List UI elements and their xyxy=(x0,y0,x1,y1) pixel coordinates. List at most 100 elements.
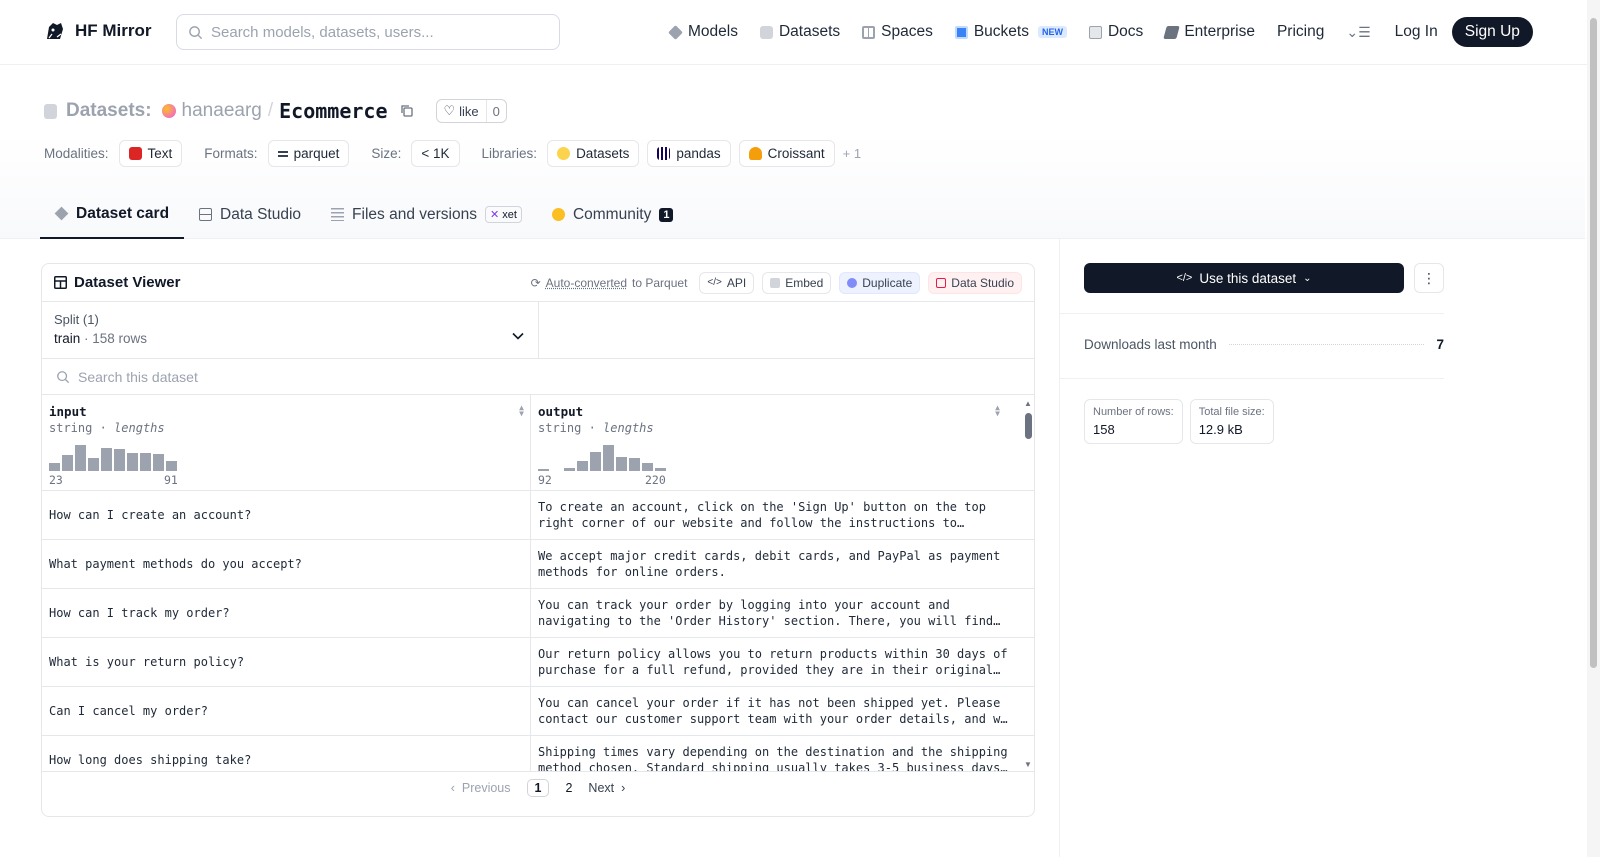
library-tag-croissant[interactable]: Croissant xyxy=(738,140,835,167)
histogram-bar[interactable] xyxy=(166,460,177,471)
cell-output[interactable]: To create an account, click on the 'Sign… xyxy=(531,491,1020,539)
column-header-input[interactable]: input string · lengths ▲ ▼ 23 91 xyxy=(42,395,531,490)
login-link[interactable]: Log In xyxy=(1395,23,1438,41)
nav-enterprise-label: Enterprise xyxy=(1184,23,1255,40)
copy-icon[interactable] xyxy=(400,104,414,118)
cell-input[interactable]: How long does shipping take? xyxy=(42,736,531,771)
signup-button[interactable]: Sign Up xyxy=(1451,17,1533,47)
column-stat-label: lengths xyxy=(603,421,654,435)
page-scrollbar[interactable] xyxy=(1587,0,1600,857)
library-tag-pandas[interactable]: pandas xyxy=(647,140,731,167)
sort-icon[interactable]: ▲ ▼ xyxy=(519,404,524,418)
cell-output[interactable]: We accept major credit cards, debit card… xyxy=(531,540,1020,588)
nav-models[interactable]: Models xyxy=(668,23,738,41)
tab-label: Dataset card xyxy=(76,204,170,222)
histogram-bar[interactable] xyxy=(629,458,640,471)
split-row: Split (1) train · 158 rows xyxy=(42,302,1034,359)
histogram-bar[interactable] xyxy=(603,445,614,471)
page-2-button[interactable]: 2 xyxy=(565,781,572,795)
histogram-bar[interactable] xyxy=(153,454,164,471)
use-dataset-button[interactable]: </> Use this dataset ⌄ xyxy=(1084,263,1404,293)
cell-output[interactable]: Shipping times vary depending on the des… xyxy=(531,736,1020,771)
cell-input[interactable]: What is your return policy? xyxy=(42,638,531,686)
histogram-bar[interactable] xyxy=(655,468,666,471)
column-header-output[interactable]: output string · lengths ▲ ▼ 92 220 xyxy=(531,395,1020,490)
brand-link[interactable]: HF Mirror xyxy=(43,19,152,43)
size-tag[interactable]: < 1K xyxy=(411,140,460,167)
table-row[interactable]: How long does shipping take? Shipping tim… xyxy=(42,736,1034,771)
repo-name[interactable]: Ecommerce xyxy=(279,99,387,123)
histogram-bar[interactable] xyxy=(114,448,125,471)
sort-icon[interactable]: ▲ ▼ xyxy=(995,404,1000,418)
table-row[interactable]: Can I cancel my order? You can cancel you… xyxy=(42,687,1034,736)
histogram-bar[interactable] xyxy=(140,452,151,471)
histogram-bar[interactable] xyxy=(616,456,627,471)
cell-input[interactable]: How can I create an account? xyxy=(42,491,531,539)
global-search-input[interactable]: Search models, datasets, users... xyxy=(176,14,560,50)
nav-pricing[interactable]: Pricing xyxy=(1277,23,1324,41)
histogram-bar[interactable] xyxy=(127,452,138,471)
tab-dataset-card[interactable]: Dataset card xyxy=(40,190,185,239)
column-name: input xyxy=(49,404,87,419)
histogram-bar[interactable] xyxy=(101,447,112,471)
previous-page-button[interactable]: ‹ Previous xyxy=(451,781,511,795)
table-scrollbar[interactable]: ▲ ▼ xyxy=(1023,399,1033,769)
nav-spaces[interactable]: Spaces xyxy=(862,23,933,41)
next-page-button[interactable]: Next › xyxy=(588,781,625,795)
use-dataset-label: Use this dataset xyxy=(1199,270,1297,286)
histogram-bar[interactable] xyxy=(62,455,73,471)
data-studio-button[interactable]: Data Studio xyxy=(928,271,1022,294)
histogram-bar[interactable] xyxy=(75,445,86,471)
cell-input[interactable]: How can I track my order? xyxy=(42,589,531,637)
owner-link[interactable]: hanaearg xyxy=(182,100,262,122)
scrollbar-thumb[interactable] xyxy=(1025,413,1032,439)
code-icon: </> xyxy=(707,277,722,288)
split-select[interactable]: Split (1) train · 158 rows xyxy=(42,302,539,358)
nav-datasets[interactable]: Datasets xyxy=(759,23,840,41)
histogram-bar[interactable] xyxy=(88,458,99,471)
histogram-bar[interactable] xyxy=(577,460,588,471)
more-libraries-link[interactable]: + 1 xyxy=(843,146,861,161)
tab-files-versions[interactable]: Files and versions ✕ xet xyxy=(316,190,537,239)
nav-docs[interactable]: Docs xyxy=(1088,23,1143,41)
page-1-button[interactable]: 1 xyxy=(526,779,550,797)
top-navbar: HF Mirror Search models, datasets, users… xyxy=(0,0,1600,65)
table-row[interactable]: What payment methods do you accept? We ac… xyxy=(42,540,1034,589)
histogram-bar[interactable] xyxy=(49,463,60,471)
format-tag-parquet[interactable]: parquet xyxy=(267,140,350,167)
library-tag-datasets[interactable]: Datasets xyxy=(547,140,640,167)
histogram-bar[interactable] xyxy=(642,463,653,471)
modality-tag-text[interactable]: Text xyxy=(118,140,183,167)
duplicate-button[interactable]: Duplicate xyxy=(839,271,921,294)
sidebar-separator xyxy=(1059,313,1444,314)
nav-buckets[interactable]: Buckets NEW xyxy=(954,23,1067,41)
more-options-icon[interactable]: ⋮ xyxy=(1414,263,1444,293)
histogram-bar[interactable] xyxy=(590,451,601,471)
page-scrollbar-thumb[interactable] xyxy=(1590,18,1597,668)
histogram-bar[interactable] xyxy=(538,468,549,471)
cell-output[interactable]: You can cancel your order if it has not … xyxy=(531,687,1020,735)
tab-community[interactable]: Community 1 xyxy=(537,190,689,239)
tab-data-studio[interactable]: Data Studio xyxy=(184,190,316,239)
auto-converted-link[interactable]: Auto-converted xyxy=(546,276,627,290)
table-row[interactable]: What is your return policy? Our return po… xyxy=(42,638,1034,687)
more-menu-icon[interactable]: ⌄☰ xyxy=(1346,24,1370,41)
api-button[interactable]: </> API xyxy=(699,271,755,294)
table-header: input string · lengths ▲ ▼ 23 91 output s… xyxy=(42,395,1034,491)
nav-enterprise[interactable]: Enterprise xyxy=(1163,23,1255,41)
scroll-down-icon[interactable]: ▼ xyxy=(1024,760,1032,769)
histogram-bar[interactable] xyxy=(564,468,575,471)
cell-output[interactable]: You can track your order by logging into… xyxy=(531,589,1020,637)
cell-output[interactable]: Our return policy allows you to return p… xyxy=(531,638,1020,686)
embed-button[interactable]: Embed xyxy=(762,271,832,294)
like-button[interactable]: ♡ like 0 xyxy=(435,99,507,123)
table-row[interactable]: How can I create an account? To create an… xyxy=(42,491,1034,540)
scroll-up-icon[interactable]: ▲ xyxy=(1024,399,1032,408)
cell-input[interactable]: What payment methods do you accept? xyxy=(42,540,531,588)
repo-type-link[interactable]: Datasets: xyxy=(66,100,152,122)
cell-input[interactable]: Can I cancel my order? xyxy=(42,687,531,735)
dataset-search-input[interactable]: Search this dataset xyxy=(42,359,1034,395)
auto-converted-note: ⟳ Auto-converted to Parquet xyxy=(531,276,688,290)
tab-label: Data Studio xyxy=(220,205,302,223)
table-row[interactable]: How can I track my order? You can track y… xyxy=(42,589,1034,638)
